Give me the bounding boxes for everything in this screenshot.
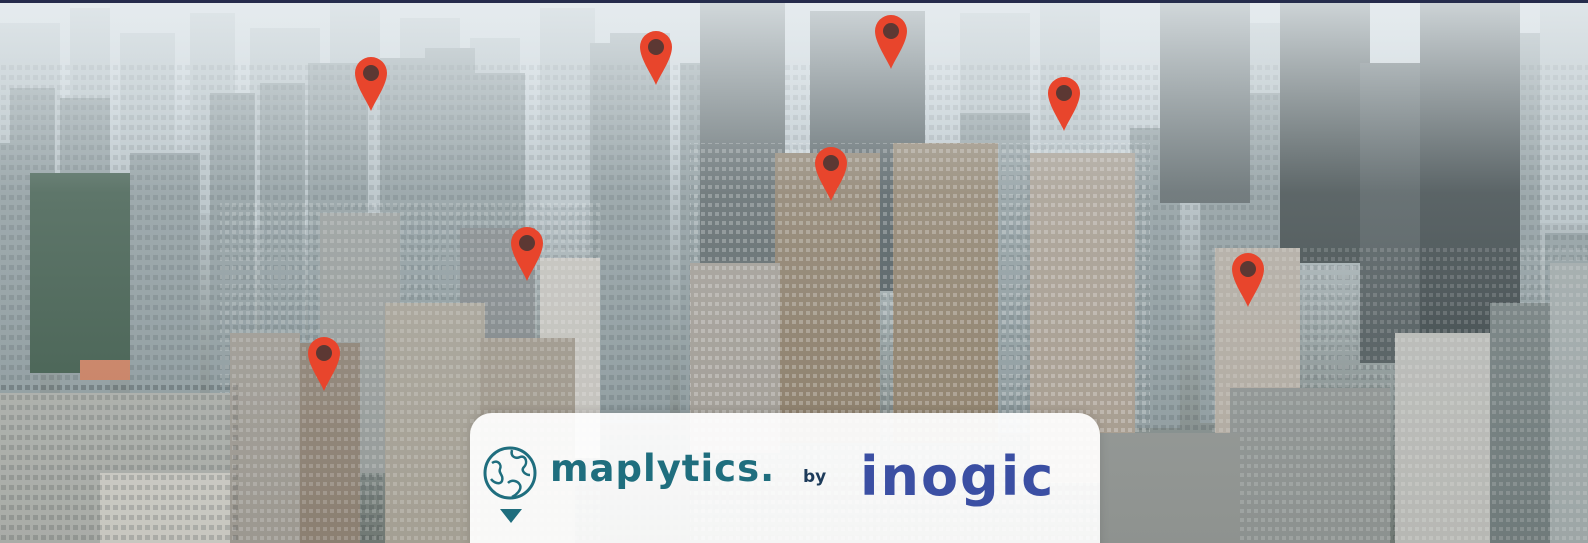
inogic-logo: inogic — [860, 445, 1055, 508]
globe-icon — [483, 446, 537, 500]
by-label: by — [803, 467, 827, 487]
logo-card: maplytics. by inogic — [470, 413, 1100, 543]
triangle-down-icon — [500, 509, 522, 523]
maplytics-wordmark: maplytics. — [550, 447, 776, 490]
inogic-wordmark: inogic — [860, 445, 1055, 508]
hero-banner: maplytics. by inogic — [0, 0, 1588, 543]
